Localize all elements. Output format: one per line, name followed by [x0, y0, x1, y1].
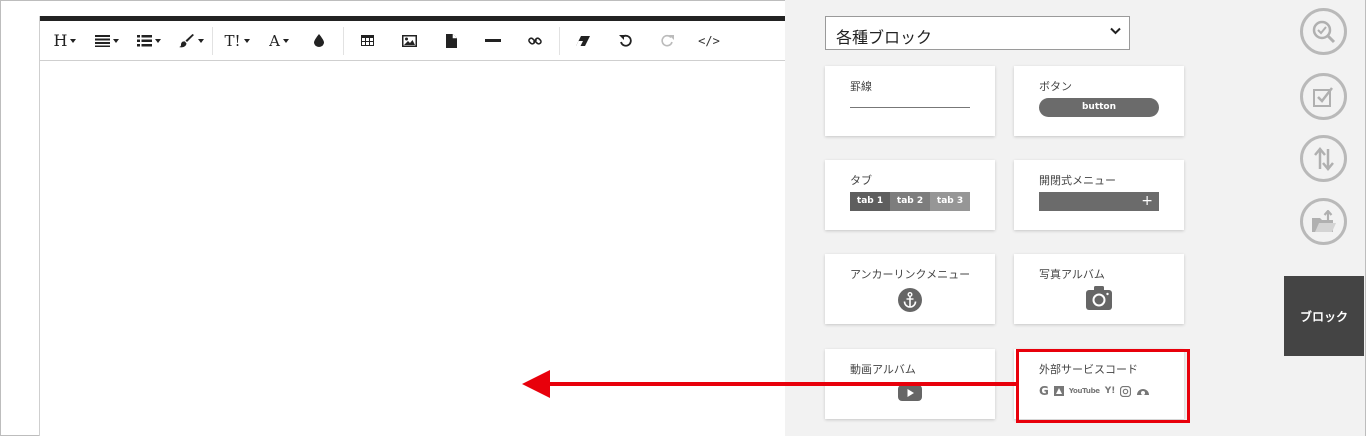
redo-button[interactable] [654, 21, 680, 60]
caret-down-icon [243, 38, 250, 43]
toolbar-divider [212, 27, 213, 55]
sort-icon [1313, 146, 1334, 171]
file-icon [445, 33, 457, 48]
block-card-title: 罫線 [850, 80, 872, 93]
block-card-title: タブ [850, 174, 872, 187]
paintbrush-icon [178, 33, 194, 47]
youtube-icon: YouTube [1068, 387, 1100, 395]
block-card-button[interactable]: ボタン button [1014, 66, 1184, 136]
button-preview: button [1039, 98, 1159, 117]
block-card-external-service[interactable]: 外部サービスコード G YouTube Y! [1014, 349, 1184, 419]
undo-button[interactable] [612, 21, 638, 60]
block-category-select[interactable]: 各種ブロック [825, 16, 1130, 50]
list-dropdown[interactable] [134, 21, 164, 60]
anchor-icon [898, 288, 922, 312]
insert-file-button[interactable] [438, 21, 464, 60]
eraser-icon [576, 35, 590, 46]
block-card-anchor-menu[interactable]: アンカーリンクメニュー [825, 254, 995, 324]
style-dropdown[interactable] [176, 21, 206, 60]
checkbox-button[interactable] [1300, 73, 1347, 120]
link-icon [528, 36, 542, 45]
undo-icon [618, 34, 632, 47]
font-color-dropdown[interactable]: A [264, 21, 294, 60]
font-size-dropdown[interactable]: T! [220, 21, 254, 60]
background-color-button[interactable] [306, 21, 332, 60]
block-card-title: 外部サービスコード [1039, 363, 1138, 376]
chevron-down-icon [1110, 27, 1121, 35]
caret-down-icon [113, 38, 119, 43]
checkbox-icon [1312, 86, 1333, 107]
service-icons: G YouTube Y! [1039, 385, 1150, 397]
block-card-accordion[interactable]: 開閉式メニュー + [1014, 160, 1184, 230]
font-color-label: A [269, 31, 280, 50]
anchor-icon-wrap [825, 288, 995, 312]
editor-toolbar: H T! A </> [40, 21, 786, 61]
caret-down-icon [155, 38, 161, 43]
align-icon [95, 34, 110, 47]
block-card-rule[interactable]: 罫線 [825, 66, 995, 136]
horizontal-line-icon [485, 38, 501, 42]
horizontal-rule-button[interactable] [480, 21, 506, 60]
code-icon: </> [698, 33, 720, 48]
block-card-title: アンカーリンクメニュー [850, 268, 971, 281]
heading-label: H [53, 31, 68, 50]
source-code-button[interactable]: </> [696, 21, 722, 60]
sort-button[interactable] [1300, 135, 1347, 182]
table-icon [360, 35, 374, 46]
red-arrow-annotation [522, 370, 1016, 398]
caret-down-icon [70, 38, 77, 43]
search-check-button[interactable] [1300, 8, 1347, 55]
block-tab-button[interactable]: ブロック [1284, 276, 1364, 356]
block-card-title: 開閉式メニュー [1039, 174, 1116, 187]
clear-format-button[interactable] [570, 21, 596, 60]
yahoo-icon: Y! [1104, 386, 1116, 396]
block-tab-label: ブロック [1299, 309, 1348, 324]
insert-link-button[interactable] [522, 21, 548, 60]
block-category-value: 各種ブロック [836, 28, 933, 47]
align-dropdown[interactable] [92, 21, 122, 60]
rule-preview [850, 107, 970, 108]
block-card-title: 写真アルバム [1039, 268, 1105, 281]
font-size-label: T! [224, 31, 241, 50]
insert-image-button[interactable] [396, 21, 422, 60]
cloud-service-icon [1137, 389, 1150, 395]
block-card-photo-album[interactable]: 写真アルバム [1014, 254, 1184, 324]
droplet-icon [314, 34, 324, 47]
folder-upload-button[interactable] [1300, 198, 1347, 245]
accordion-preview: + [1039, 192, 1159, 211]
plus-icon: + [1141, 193, 1153, 209]
caret-down-icon [197, 38, 204, 43]
search-check-icon [1312, 20, 1335, 43]
image-icon [401, 34, 417, 47]
instagram-icon [1120, 385, 1132, 397]
tab-preview-3: tab 3 [930, 192, 970, 211]
google-icon: G [1039, 384, 1049, 398]
redo-icon [660, 34, 674, 47]
block-card-tabs[interactable]: タブ tab 1 tab 2 tab 3 [825, 160, 995, 230]
block-card-title: ボタン [1039, 80, 1072, 93]
tab-preview-1: tab 1 [850, 192, 890, 211]
folder-upload-icon [1311, 209, 1336, 232]
tab-preview-2: tab 2 [890, 192, 930, 211]
camera-icon-wrap [1014, 286, 1184, 310]
caret-down-icon [282, 38, 289, 43]
list-icon [137, 34, 152, 46]
heading-dropdown[interactable]: H [50, 21, 80, 60]
toolbar-divider [343, 27, 344, 55]
insert-table-button[interactable] [354, 21, 380, 60]
tabs-preview: tab 1 tab 2 tab 3 [850, 192, 970, 211]
map-icon [1053, 386, 1064, 396]
camera-icon [1086, 286, 1112, 310]
toolbar-divider [559, 27, 560, 55]
